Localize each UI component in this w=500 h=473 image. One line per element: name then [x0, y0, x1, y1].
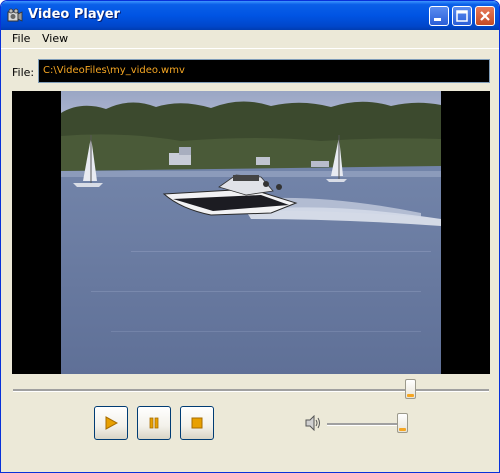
file-label: File:: [12, 66, 35, 79]
seek-slider-thumb[interactable]: [405, 379, 416, 399]
file-path-field[interactable]: C:\VideoFiles\my_video.wmv: [38, 59, 490, 83]
seek-track[interactable]: [13, 389, 489, 392]
volume-slider-thumb[interactable]: [397, 413, 408, 433]
title-bar[interactable]: Video Player: [1, 1, 499, 30]
stop-icon: [191, 417, 203, 429]
maximize-icon: [456, 10, 468, 22]
minimize-button[interactable]: [429, 6, 449, 26]
window-title: Video Player: [28, 7, 120, 22]
menu-bar: File View: [1, 30, 499, 49]
app-icon: [7, 8, 23, 22]
file-path-value: C:\VideoFiles\my_video.wmv: [43, 65, 185, 76]
play-icon: [105, 416, 118, 430]
minimize-icon: [434, 18, 441, 21]
video-frame: [61, 91, 441, 374]
video-display[interactable]: [12, 91, 490, 374]
maximize-button[interactable]: [452, 6, 472, 26]
pause-icon: [149, 417, 159, 429]
stop-button[interactable]: [180, 406, 214, 440]
volume-track[interactable]: [327, 423, 407, 426]
menu-view[interactable]: View: [42, 32, 68, 45]
close-icon: [480, 11, 490, 21]
close-button[interactable]: [475, 6, 495, 26]
pause-button[interactable]: [137, 406, 171, 440]
menu-file[interactable]: File: [12, 32, 30, 45]
speaker-icon: [305, 415, 320, 431]
video-player-window: Video Player File View File: C:\VideoFil…: [0, 0, 500, 473]
play-button[interactable]: [94, 406, 128, 440]
